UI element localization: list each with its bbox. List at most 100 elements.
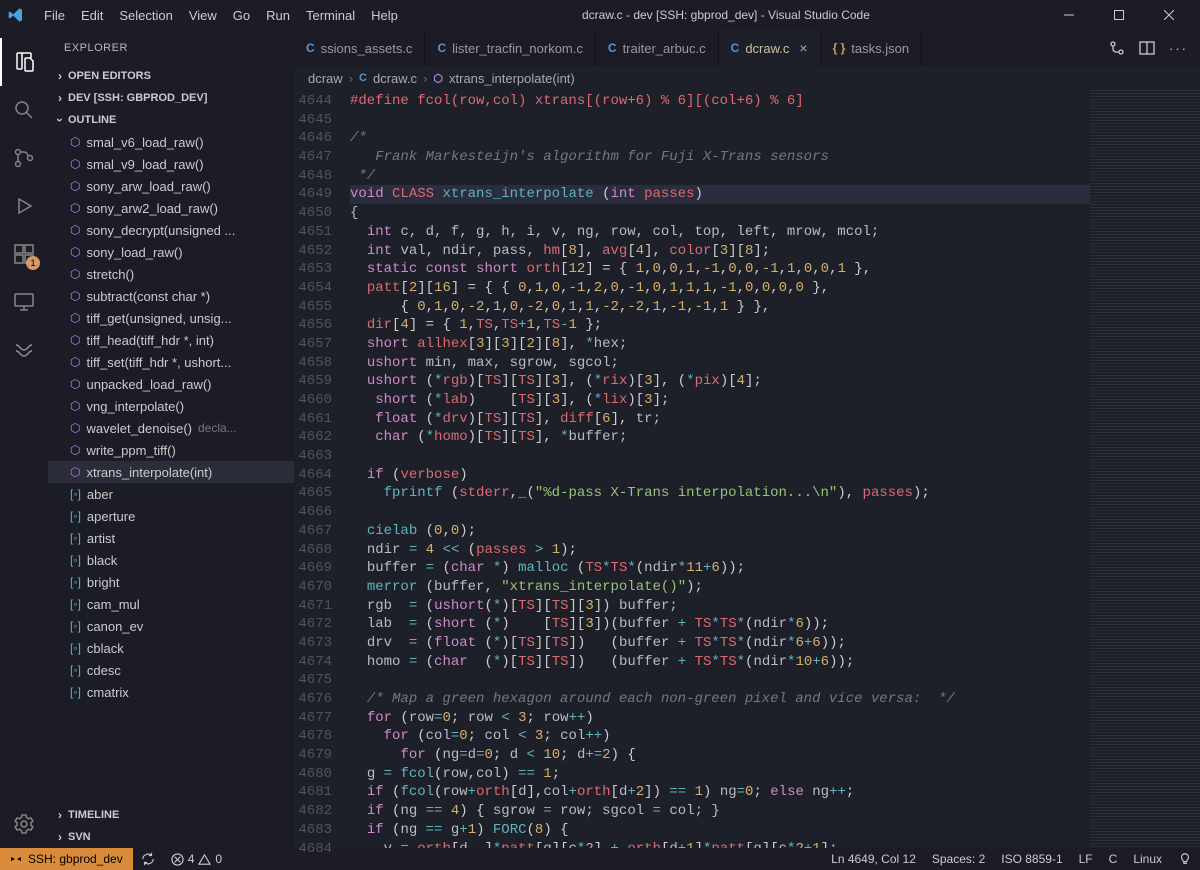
c-file-icon: C — [608, 41, 617, 55]
sync-status[interactable] — [133, 852, 163, 866]
outline-item[interactable]: [◦]canon_ev — [48, 615, 294, 637]
breadcrumb[interactable]: dcraw › Cdcraw.c › ⬡xtrans_interpolate(i… — [294, 66, 1200, 90]
compare-changes-icon[interactable] — [1109, 40, 1125, 56]
outline-item[interactable]: [◦]aperture — [48, 505, 294, 527]
editor-tabbar: Cssions_assets.cClister_tracfin_norkom.c… — [294, 30, 1200, 66]
menu-selection[interactable]: Selection — [111, 4, 180, 27]
variable-icon: [◦] — [70, 487, 81, 501]
outline-item[interactable]: [◦]artist — [48, 527, 294, 549]
outline-item[interactable]: [◦]cblack — [48, 637, 294, 659]
variable-icon: [◦] — [70, 553, 81, 567]
activity-bar: 1 — [0, 30, 48, 848]
outline-item[interactable]: ⬡sony_decrypt(unsigned ... — [48, 219, 294, 241]
outline-item[interactable]: ⬡stretch() — [48, 263, 294, 285]
menu-go[interactable]: Go — [225, 4, 258, 27]
outline-item[interactable]: ⬡write_ppm_tiff() — [48, 439, 294, 461]
close-tab-icon[interactable]: × — [799, 40, 807, 56]
editor-tab[interactable]: Cdcraw.c× — [719, 30, 821, 66]
source-control-icon[interactable] — [0, 134, 48, 182]
menu-help[interactable]: Help — [363, 4, 406, 27]
eol-status[interactable]: LF — [1071, 852, 1101, 866]
explorer-icon[interactable] — [0, 38, 48, 86]
outline-item[interactable]: ⬡wavelet_denoise() decla... — [48, 417, 294, 439]
encoding-status[interactable]: ISO 8859-1 — [993, 852, 1070, 866]
settings-icon[interactable] — [0, 800, 48, 848]
variable-icon: [◦] — [70, 597, 81, 611]
editor-tab[interactable]: Clister_tracfin_norkom.c — [425, 30, 595, 66]
remote-explorer-icon[interactable] — [0, 278, 48, 326]
variable-icon: [◦] — [70, 685, 81, 699]
minimap[interactable] — [1090, 90, 1200, 848]
code-editor[interactable]: 4644464546464647464846494650465146524653… — [294, 90, 1200, 848]
menu-edit[interactable]: Edit — [73, 4, 111, 27]
outline-item[interactable]: ⬡smal_v9_load_raw() — [48, 153, 294, 175]
menu-view[interactable]: View — [181, 4, 225, 27]
window-title: dcraw.c - dev [SSH: gbprod_dev] - Visual… — [410, 8, 1042, 22]
variable-icon: [◦] — [70, 663, 81, 677]
remote-indicator[interactable]: SSH: gbprod_dev — [0, 848, 133, 870]
feedback-icon[interactable] — [1170, 852, 1200, 866]
indentation-status[interactable]: Spaces: 2 — [924, 852, 993, 866]
outline-item[interactable]: ⬡sony_arw_load_raw() — [48, 175, 294, 197]
editor-tab[interactable]: Cssions_assets.c — [294, 30, 425, 66]
cursor-position[interactable]: Ln 4649, Col 12 — [823, 852, 924, 866]
method-icon: ⬡ — [70, 377, 80, 391]
method-icon: ⬡ — [70, 333, 80, 347]
maximize-button[interactable] — [1096, 0, 1142, 30]
outline-item[interactable]: [◦]cam_mul — [48, 593, 294, 615]
outline-item[interactable]: ⬡vng_interpolate() — [48, 395, 294, 417]
outline-item[interactable]: ⬡tiff_set(tiff_hdr *, ushort... — [48, 351, 294, 373]
sidebar-section-workspace[interactable]: ›DEV [SSH: GBPROD_DEV] — [48, 87, 294, 109]
outline-item[interactable]: [◦]cmatrix — [48, 681, 294, 703]
outline-item[interactable]: ⬡xtrans_interpolate(int) — [48, 461, 294, 483]
editor-tab[interactable]: { }tasks.json — [821, 30, 923, 66]
sidebar-section-outline[interactable]: ›OUTLINE — [48, 109, 294, 131]
method-icon: ⬡ — [70, 399, 80, 413]
outline-item[interactable]: [◦]cdesc — [48, 659, 294, 681]
outline-item[interactable]: ⬡sony_arw2_load_raw() — [48, 197, 294, 219]
method-icon: ⬡ — [70, 201, 80, 215]
variable-icon: [◦] — [70, 531, 81, 545]
sidebar-section-svn[interactable]: ›SVN — [48, 826, 294, 848]
outline-list: ⬡smal_v6_load_raw()⬡smal_v9_load_raw()⬡s… — [48, 131, 294, 804]
method-icon: ⬡ — [70, 245, 80, 259]
custom-ssh-icon[interactable] — [0, 326, 48, 374]
outline-item[interactable]: [◦]bright — [48, 571, 294, 593]
method-icon: ⬡ — [70, 179, 80, 193]
language-mode[interactable]: C — [1101, 852, 1126, 866]
problems-status[interactable]: 4 0 — [163, 852, 230, 866]
sidebar-section-open-editors[interactable]: ›OPEN EDITORS — [48, 65, 294, 87]
os-status[interactable]: Linux — [1125, 852, 1170, 866]
split-editor-icon[interactable] — [1139, 40, 1155, 56]
minimize-button[interactable] — [1046, 0, 1092, 30]
method-icon: ⬡ — [70, 421, 80, 435]
vscode-logo-icon — [8, 7, 24, 23]
method-icon: ⬡ — [70, 465, 80, 479]
search-icon[interactable] — [0, 86, 48, 134]
outline-item[interactable]: ⬡unpacked_load_raw() — [48, 373, 294, 395]
line-number-gutter: 4644464546464647464846494650465146524653… — [294, 90, 350, 848]
editor-tab[interactable]: Ctraiter_arbuc.c — [596, 30, 719, 66]
extensions-icon[interactable]: 1 — [0, 230, 48, 278]
c-file-icon: C — [731, 41, 740, 55]
variable-icon: [◦] — [70, 619, 81, 633]
menu-file[interactable]: File — [36, 4, 73, 27]
variable-icon: [◦] — [70, 641, 81, 655]
sidebar-section-timeline[interactable]: ›TIMELINE — [48, 804, 294, 826]
close-button[interactable] — [1146, 0, 1192, 30]
more-actions-icon[interactable]: ··· — [1169, 41, 1188, 56]
code-content[interactable]: #define fcol(row,col) xtrans[(row+6) % 6… — [350, 90, 1090, 848]
outline-item[interactable]: ⬡subtract(const char *) — [48, 285, 294, 307]
run-debug-icon[interactable] — [0, 182, 48, 230]
outline-item[interactable]: ⬡smal_v6_load_raw() — [48, 131, 294, 153]
outline-item[interactable]: ⬡tiff_head(tiff_hdr *, int) — [48, 329, 294, 351]
method-icon: ⬡ — [70, 311, 80, 325]
outline-item[interactable]: [◦]aber — [48, 483, 294, 505]
outline-item[interactable]: [◦]black — [48, 549, 294, 571]
menu-run[interactable]: Run — [258, 4, 298, 27]
sidebar-title: EXPLORER — [48, 30, 294, 65]
outline-item[interactable]: ⬡sony_load_raw() — [48, 241, 294, 263]
outline-item[interactable]: ⬡tiff_get(unsigned, unsig... — [48, 307, 294, 329]
method-icon: ⬡ — [70, 355, 80, 369]
menu-terminal[interactable]: Terminal — [298, 4, 363, 27]
